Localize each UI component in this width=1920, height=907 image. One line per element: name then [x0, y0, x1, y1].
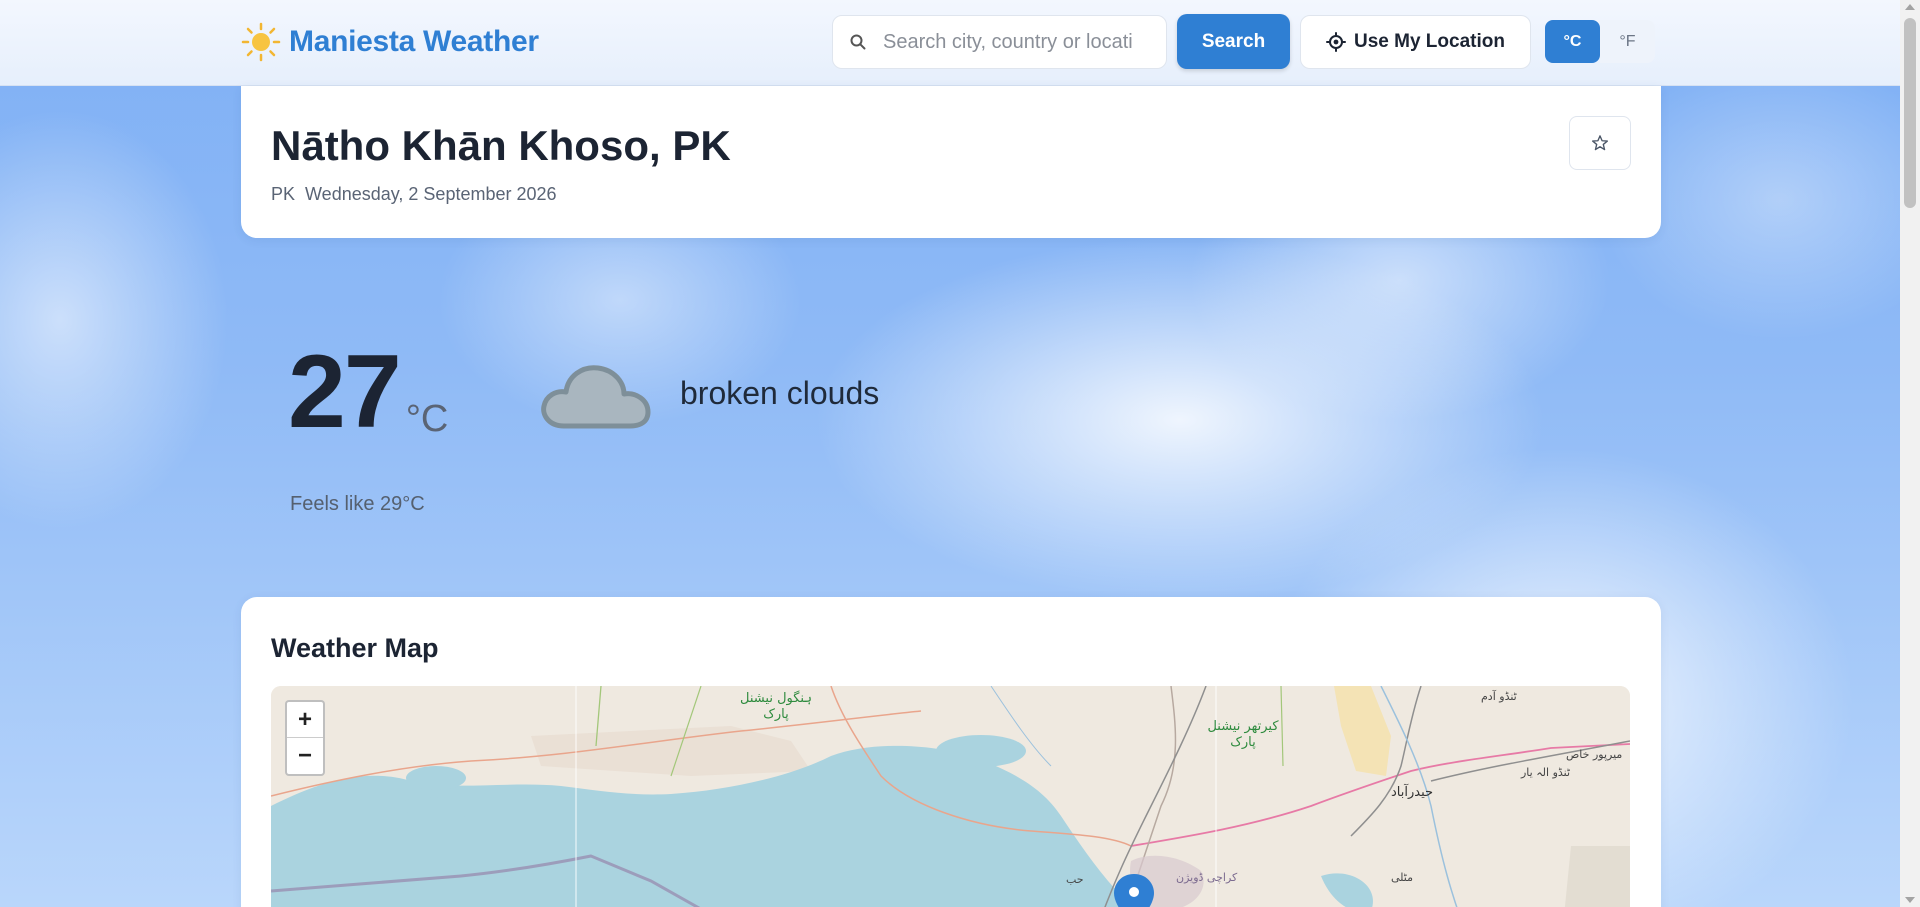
brand-logo[interactable]: Maniesta Weather: [241, 18, 539, 66]
map-title: Weather Map: [271, 633, 439, 663]
search-button[interactable]: Search: [1177, 14, 1290, 69]
star-icon: [1591, 135, 1609, 151]
weather-condition: broken clouds: [680, 375, 880, 411]
map-label-park1: ہنگول نیشنل: [740, 690, 812, 706]
scroll-down-icon[interactable]: [1905, 897, 1915, 903]
use-my-location-button[interactable]: Use My Location: [1300, 15, 1531, 69]
brand-name: Maniesta Weather: [289, 25, 539, 58]
header-bar: Maniesta Weather Search Use My Location …: [0, 0, 1900, 86]
search-input[interactable]: [883, 30, 1133, 54]
weather-map[interactable]: ہنگول نیشنل پارک کیرتھر نیشنل پارک ٹنڈو …: [271, 686, 1630, 907]
weather-map-card: Weather Map ہنگول نیشنل پارک کیرتھر نیشن…: [241, 597, 1661, 907]
location-title: Nātho Khān Khoso, PK: [271, 122, 731, 169]
zoom-out-button[interactable]: −: [287, 738, 323, 774]
search-icon: [850, 34, 866, 50]
favorite-button[interactable]: [1569, 116, 1631, 170]
unit-toggle: °C °F: [1545, 20, 1655, 63]
zoom-in-button[interactable]: +: [287, 702, 323, 738]
current-date: Wednesday, 2 September 2026: [305, 184, 557, 204]
feels-like: Feels like 29°C: [290, 493, 425, 515]
map-label-park1-2: پارک: [763, 707, 789, 722]
map-label-park2-2: پارک: [1230, 735, 1256, 750]
temperature-unit: °C: [405, 398, 449, 440]
current-temperature: 27 °C: [288, 340, 448, 444]
map-label-park2: کیرتھر نیشنل: [1207, 719, 1279, 734]
map-label-city7: مٹلی: [1391, 871, 1413, 884]
map-label-city3: میرپور خاص: [1566, 748, 1622, 761]
cloud-icon: [541, 365, 651, 429]
map-label-city4: ٹنڈو الہ یار: [1520, 766, 1571, 779]
search-box[interactable]: [832, 15, 1167, 69]
unit-celsius-button[interactable]: °C: [1545, 20, 1600, 63]
sun-icon: [241, 22, 281, 62]
scroll-thumb[interactable]: [1904, 18, 1916, 208]
map-label-city2: حیدرآباد: [1391, 783, 1433, 800]
location-card: Nātho Khān Khoso, PK PK Wednesday, 2 Sep…: [241, 86, 1661, 238]
map-label-city1: ٹنڈو آدم: [1481, 689, 1518, 703]
map-label-city5: کراچی ڈویژن: [1176, 871, 1238, 884]
map-label-city6: حب: [1066, 873, 1084, 886]
use-my-location-label: Use My Location: [1354, 31, 1505, 52]
map-tiles: ہنگول نیشنل پارک کیرتھر نیشنل پارک ٹنڈو …: [271, 686, 1630, 907]
page-scrollbar[interactable]: [1900, 0, 1920, 907]
country-code: PK: [271, 184, 296, 204]
location-subtitle: PK Wednesday, 2 September 2026: [271, 184, 557, 205]
crosshair-icon: [1326, 32, 1346, 52]
map-zoom-control: + −: [285, 700, 325, 776]
unit-fahrenheit-button[interactable]: °F: [1600, 20, 1655, 63]
temperature-value: 27: [288, 334, 402, 450]
scroll-up-icon[interactable]: [1905, 4, 1915, 10]
